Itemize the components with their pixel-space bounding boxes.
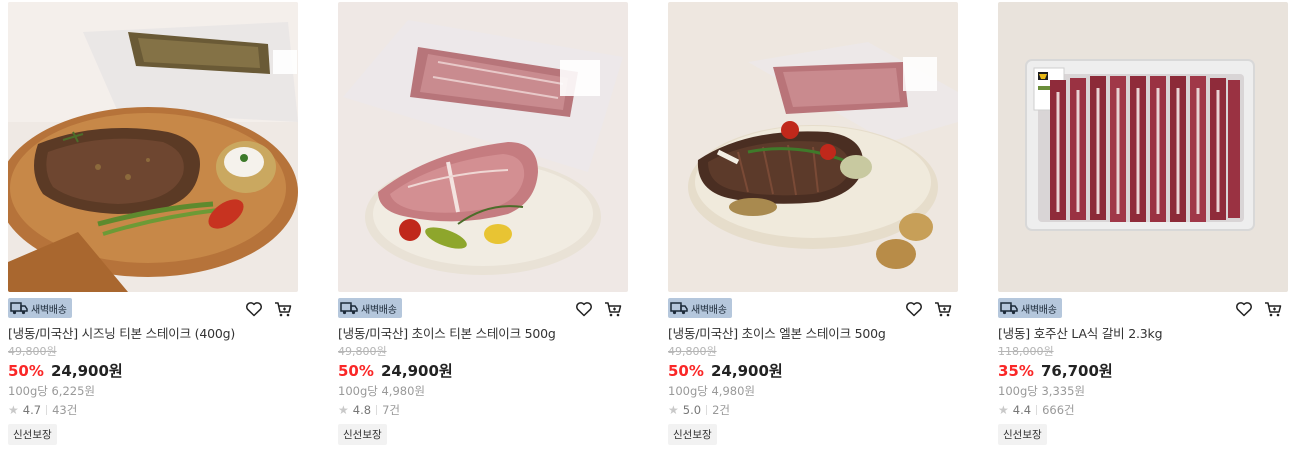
delivery-badge-label: 새벽배송 [31,304,67,316]
discount-rate: 50% [8,362,44,380]
delivery-badge: 새벽배송 [668,298,732,318]
product-image-choice-lbone[interactable] [668,2,958,292]
unit-price: 100g당 6,225원 [8,384,95,398]
product-image-choice-tbone[interactable] [338,2,628,292]
review-count: 7건 [382,403,400,417]
freshness-tag: 신선보장 [8,424,57,445]
truck-icon [1000,301,1018,315]
rating-score: 4.4 [1012,403,1032,417]
rating-row: ★ 4.4 666건 [998,402,1288,418]
product-image-la-galbi[interactable] [998,2,1288,292]
sale-price: 24,900원 [51,362,123,380]
sale-price: 24,900원 [381,362,453,380]
cart-icon[interactable] [933,299,953,319]
truck-icon [340,301,358,315]
product-action-row: 새벽배송 [998,294,1288,324]
rating-score: 4.7 [22,403,42,417]
product-name[interactable]: [냉동/미국산] 시즈닝 티본 스테이크 (400g) [8,325,298,343]
freshness-tag: 신선보장 [668,424,717,445]
product-grid: 새벽배송 [냉동/미국산] 시즈닝 티본 스테이크 (400g) 49,800원… [0,0,1298,466]
original-price: 118,000원 [998,345,1054,358]
discount-rate: 35% [998,362,1034,380]
star-icon: ★ [998,403,1009,417]
product-photo [8,2,298,292]
freshness-tag: 신선보장 [338,424,387,445]
product-name[interactable]: [냉동/미국산] 초이스 티본 스테이크 500g [338,325,628,343]
sale-price: 24,900원 [711,362,783,380]
unit-price: 100g당 3,335원 [998,384,1085,398]
price-line: 35% 76,700원 [998,361,1288,381]
original-price: 49,800원 [338,345,387,358]
product-photo [338,2,628,292]
heart-icon[interactable] [574,299,594,319]
original-price: 49,800원 [668,345,717,358]
rating-divider [376,405,378,415]
star-icon: ★ [338,403,349,417]
discount-rate: 50% [668,362,704,380]
rating-divider [46,405,48,415]
delivery-badge: 새벽배송 [998,298,1062,318]
product-image-seasoned-tbone[interactable] [8,2,298,292]
heart-icon[interactable] [904,299,924,319]
product-action-row: 새벽배송 [8,294,298,324]
price-line: 50% 24,900원 [8,361,298,381]
sale-price: 76,700원 [1041,362,1113,380]
product-name[interactable]: [냉동/미국산] 초이스 엘본 스테이크 500g [668,325,958,343]
truck-icon [10,301,28,315]
star-icon: ★ [668,403,679,417]
star-icon: ★ [8,403,19,417]
rating-row: ★ 4.7 43건 [8,402,298,418]
rating-row: ★ 4.8 7건 [338,402,628,418]
rating-score: 4.8 [352,403,372,417]
price-line: 50% 24,900원 [338,361,628,381]
cart-icon[interactable] [273,299,293,319]
rating-divider [1036,405,1038,415]
rating-divider [706,405,708,415]
freshness-tag: 신선보장 [998,424,1047,445]
cart-icon[interactable] [603,299,623,319]
delivery-badge: 새벽배송 [338,298,402,318]
cart-icon[interactable] [1263,299,1283,319]
delivery-badge: 새벽배송 [8,298,72,318]
review-count: 43건 [52,403,78,417]
product-action-row: 새벽배송 [338,294,628,324]
review-count: 666건 [1042,403,1075,417]
product-card[interactable]: 새벽배송 [냉동/미국산] 초이스 엘본 스테이크 500g 49,800원 5… [668,2,958,445]
product-action-row: 새벽배송 [668,294,958,324]
rating-score: 5.0 [682,403,702,417]
price-line: 50% 24,900원 [668,361,958,381]
product-card[interactable]: 새벽배송 [냉동] 호주산 LA식 갈비 2.3kg 118,000원 35% … [998,2,1288,445]
heart-icon[interactable] [244,299,264,319]
heart-icon[interactable] [1234,299,1254,319]
product-photo [998,2,1288,292]
truck-icon [670,301,688,315]
rating-row: ★ 5.0 2건 [668,402,958,418]
product-photo [668,2,958,292]
discount-rate: 50% [338,362,374,380]
delivery-badge-label: 새벽배송 [1021,304,1057,316]
product-card[interactable]: 새벽배송 [냉동/미국산] 초이스 티본 스테이크 500g 49,800원 5… [338,2,628,445]
unit-price: 100g당 4,980원 [338,384,425,398]
delivery-badge-label: 새벽배송 [361,304,397,316]
review-count: 2건 [712,403,730,417]
delivery-badge-label: 새벽배송 [691,304,727,316]
original-price: 49,800원 [8,345,57,358]
unit-price: 100g당 4,980원 [668,384,755,398]
product-name[interactable]: [냉동] 호주산 LA식 갈비 2.3kg [998,325,1288,343]
product-card[interactable]: 새벽배송 [냉동/미국산] 시즈닝 티본 스테이크 (400g) 49,800원… [8,2,298,445]
